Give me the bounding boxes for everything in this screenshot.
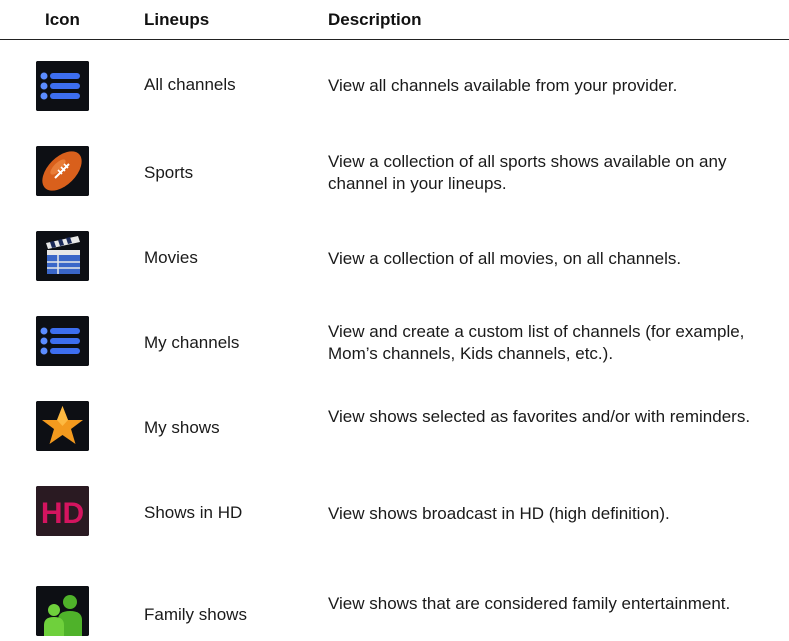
lineup-label: Movies [144,248,198,267]
hd-icon: HD [36,486,89,536]
list-icon [36,316,89,366]
header-description: Description [328,10,422,29]
header-lineups: Lineups [144,10,210,29]
star-icon [36,401,89,451]
table-row: Family shows View shows that are conside… [0,566,789,641]
lineup-label: Sports [144,163,194,182]
table-row: Sports View a collection of all sports s… [0,141,789,221]
header-icon: Icon [45,10,80,29]
lineup-description: View shows broadcast in HD (high definit… [328,504,670,523]
header-divider [0,39,789,40]
lineup-description: View a collection of all movies, on all … [328,249,682,268]
list-icon [36,61,89,111]
lineup-description: View and create a custom list of channel… [328,322,745,363]
lineup-description: View shows selected as favorites and/or … [328,407,751,426]
table-row: Movies View a collection of all movies, … [0,226,789,306]
table-row: My shows View shows selected as favorite… [0,396,789,476]
clapperboard-icon [36,231,89,281]
family-icon [36,586,89,636]
lineup-description: View all channels available from your pr… [328,76,678,95]
lineup-description: View a collection of all sports shows av… [328,152,727,193]
table-row: All channels View all channels available… [0,56,789,136]
lineup-label: Family shows [144,605,247,624]
lineup-label: My shows [144,418,220,437]
lineup-label: All channels [144,75,236,94]
svg-text:HD: HD [41,497,84,530]
football-icon [36,146,89,196]
lineup-label: My channels [144,333,240,352]
table-row: My channels View and create a custom lis… [0,311,789,391]
table-row: HD Shows in HD View shows broadcast in H… [0,481,789,561]
table-header: Icon Lineups Description [0,0,789,36]
lineup-description: View shows that are considered family en… [328,594,731,613]
lineup-label: Shows in HD [144,503,243,522]
